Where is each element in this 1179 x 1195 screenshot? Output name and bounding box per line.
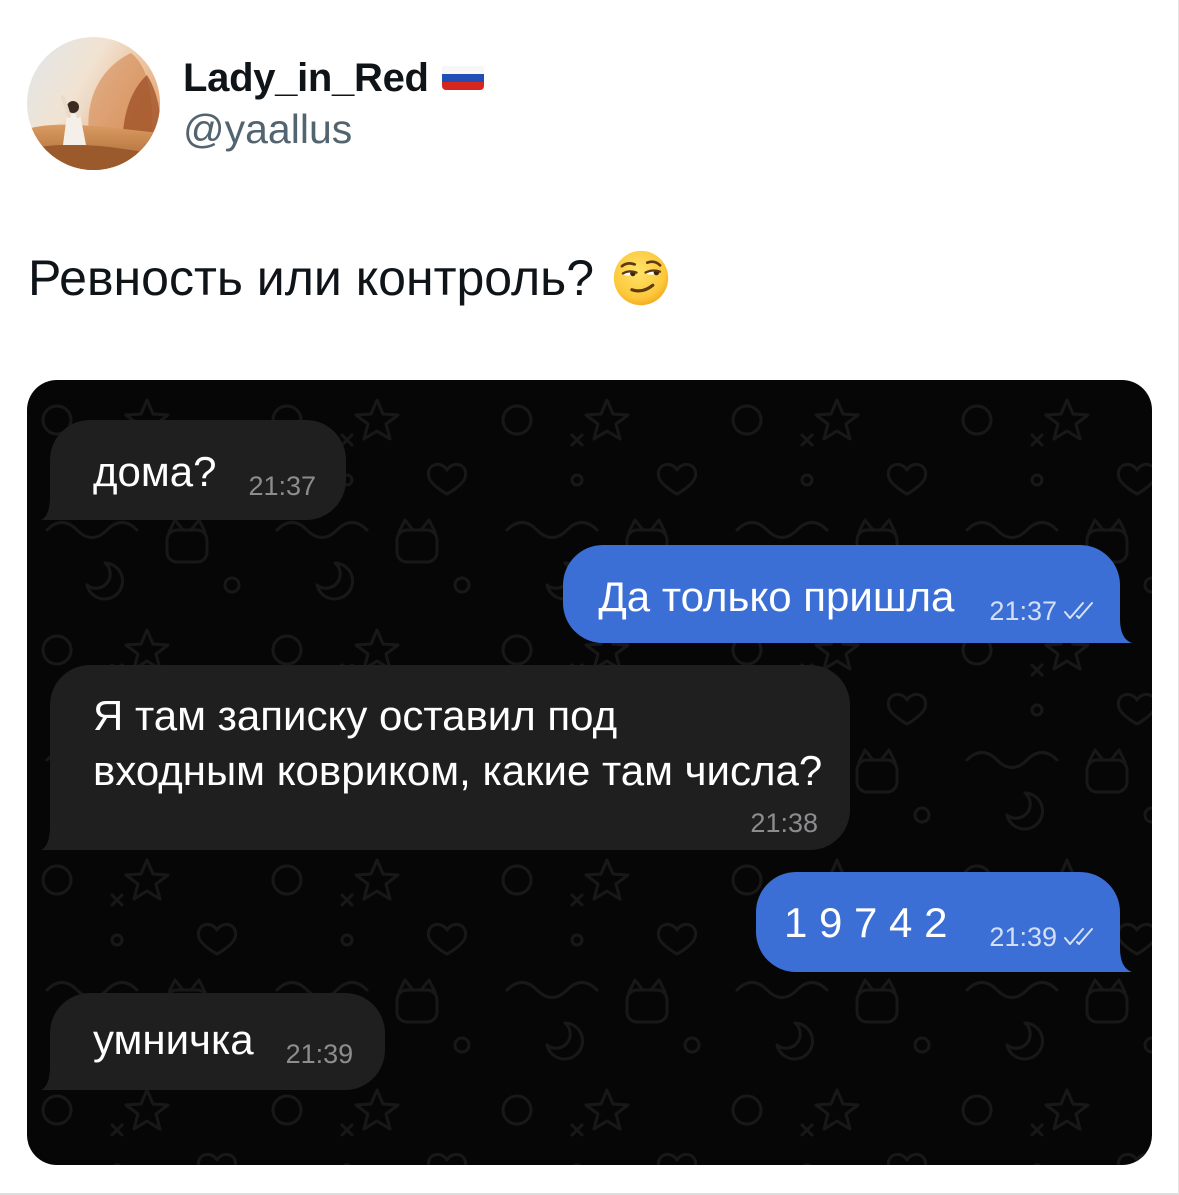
author-name-row: Lady_in_Red bbox=[183, 54, 484, 102]
message-bubble-incoming: дома? 21:37 bbox=[41, 420, 347, 520]
message-meta: 21:38 bbox=[93, 806, 818, 840]
message-time: 21:39 bbox=[989, 922, 1057, 952]
bubble-tail bbox=[41, 496, 61, 520]
message-bubble-outgoing: Да только пришла 21:37 bbox=[563, 545, 1132, 643]
bubble-tail bbox=[41, 1066, 61, 1090]
bubble-tail bbox=[1108, 948, 1132, 972]
message-meta: 21:37 bbox=[248, 471, 316, 501]
message-meta: 21:39 bbox=[286, 1039, 354, 1069]
message-meta: 21:37 bbox=[989, 596, 1098, 626]
double-check-icon bbox=[1064, 602, 1093, 619]
avatar-photo-icon bbox=[27, 37, 160, 170]
tweet-text: Ревность или контроль? bbox=[28, 250, 595, 306]
russian-flag-icon bbox=[441, 66, 484, 90]
message-time: 21:37 bbox=[989, 596, 1057, 626]
chat-screenshot-image[interactable]: дома? 21:37 Да только пришла 21:37 Я там… bbox=[27, 380, 1152, 1165]
message-time: 21:39 bbox=[285, 1039, 354, 1069]
message-text: умничка bbox=[93, 1016, 254, 1063]
display-name[interactable]: Lady_in_Red bbox=[183, 54, 429, 102]
avatar[interactable] bbox=[27, 37, 160, 170]
user-handle[interactable]: @yaallus bbox=[183, 105, 352, 153]
tweet-body: Ревность или контроль? bbox=[28, 248, 670, 308]
message-time: 21:37 bbox=[248, 471, 317, 501]
message-bubble-incoming: Я там записку оставил под входным коврик… bbox=[41, 665, 850, 850]
bubble-tail bbox=[41, 826, 61, 850]
message-text-line: входным ковриком, какие там числа? bbox=[93, 747, 823, 794]
message-text: 1 9 7 4 2 bbox=[783, 899, 948, 946]
message-text: дома? bbox=[93, 448, 217, 495]
message-bubble-incoming: умничка 21:39 bbox=[41, 993, 386, 1090]
tweet-card: Lady_in_Red @yaallus Ревность или контро… bbox=[0, 0, 1179, 1195]
message-text: Да только пришла bbox=[598, 573, 955, 620]
message-time: 21:38 bbox=[750, 808, 818, 838]
bubble-tail bbox=[1108, 619, 1132, 643]
double-check-icon bbox=[1064, 928, 1093, 945]
message-text-line: Я там записку оставил под bbox=[93, 692, 618, 739]
smirking-face-emoji-icon bbox=[613, 250, 669, 306]
message-bubble-outgoing: 1 9 7 4 2 21:39 bbox=[755, 872, 1132, 972]
message-meta: 21:39 bbox=[989, 922, 1098, 952]
